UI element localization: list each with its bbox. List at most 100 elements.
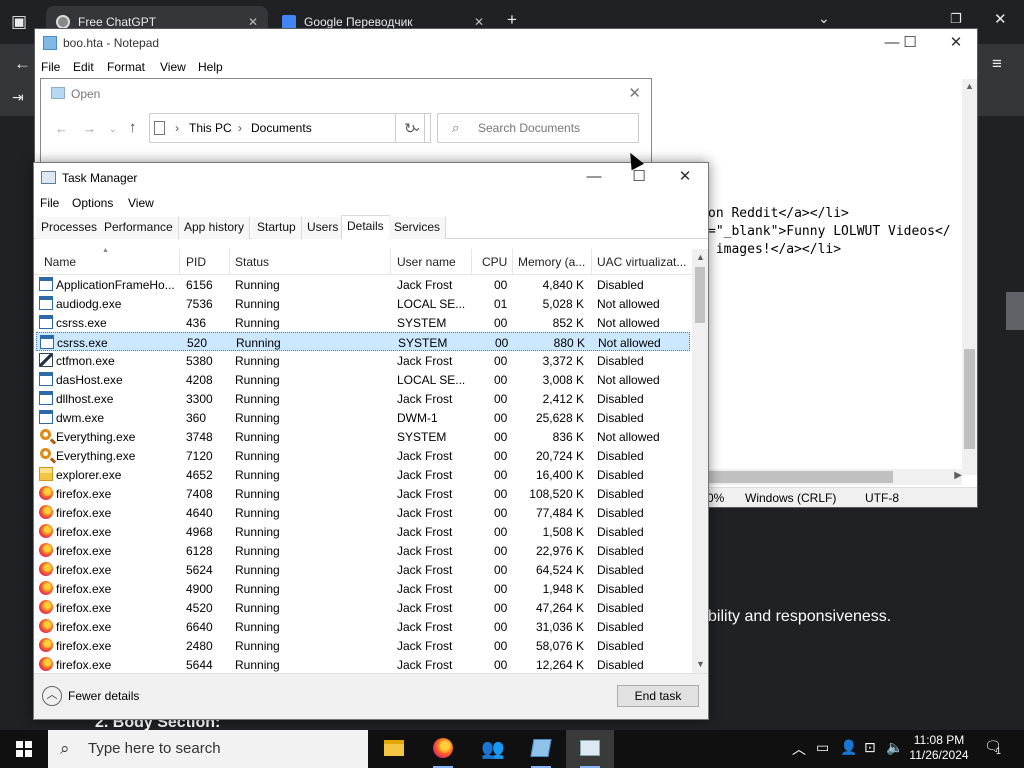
column-divider[interactable] — [591, 249, 592, 275]
breadcrumb-documents[interactable]: Documents — [251, 121, 312, 135]
notepad-hscroll-thumb[interactable] — [709, 471, 893, 483]
minimize-icon[interactable]: — — [571, 163, 617, 191]
tab-users[interactable]: Users — [302, 217, 345, 239]
maximize-icon[interactable]: ☐ — [616, 163, 662, 191]
address-bar[interactable]: › This PC › Documents ⌄ — [149, 113, 431, 143]
notepad-titlebar[interactable]: boo.hta - Notepad — ☐ ✕ — [35, 29, 977, 57]
task-manager-titlebar[interactable]: Task Manager — ☐ ✕ — [34, 163, 708, 193]
menu-hamburger-icon[interactable]: ≡ — [992, 54, 1002, 74]
column-memory[interactable]: Memory (a... — [518, 255, 590, 269]
table-row[interactable]: firefox.exe 6640 Running Jack Frost 00 31,036… — [36, 617, 690, 636]
volume-icon[interactable]: 🔈 — [886, 739, 903, 756]
open-dialog-titlebar[interactable]: Open ✕ — [41, 79, 651, 109]
table-row[interactable]: Everything.exe 7120 Running Jack Frost 00 20,… — [36, 446, 690, 465]
tablet-icon[interactable]: ▭ — [816, 739, 829, 756]
table-row[interactable]: firefox.exe 7408 Running Jack Frost 00 108,52… — [36, 484, 690, 503]
scroll-right-arrow-icon[interactable]: ▶ — [954, 470, 962, 481]
back-arrow-icon[interactable]: ← — [55, 121, 68, 136]
menu-view[interactable]: View — [160, 60, 186, 74]
tab-performance[interactable]: Performance — [99, 217, 179, 239]
close-window-icon[interactable]: ✕ — [994, 10, 1007, 28]
network-icon[interactable]: ⊡ — [864, 739, 876, 756]
tab-list-chevron-icon[interactable]: ⌄ — [818, 10, 830, 27]
menu-format[interactable]: Format — [107, 60, 145, 74]
table-row[interactable]: firefox.exe 4520 Running Jack Frost 00 47,264… — [36, 598, 690, 617]
column-cpu[interactable]: CPU — [482, 255, 512, 269]
tab-app-history[interactable]: App history — [179, 217, 251, 239]
new-tab-icon[interactable]: + — [507, 10, 517, 30]
close-icon[interactable]: ✕ — [662, 163, 708, 191]
taskbar-users-app[interactable]: 👥 — [468, 730, 516, 768]
forward-arrow-icon[interactable]: → — [83, 121, 96, 136]
table-row[interactable]: firefox.exe 2480 Running Jack Frost 00 58,076… — [36, 636, 690, 655]
table-row[interactable]: csrss.exe 436 Running SYSTEM 00 852 K Not allo… — [36, 313, 690, 332]
table-row[interactable]: dasHost.exe 4208 Running LOCAL SE... 00 3,008… — [36, 370, 690, 389]
menu-edit[interactable]: Edit — [73, 60, 94, 74]
scroll-down-arrow-icon[interactable]: ▼ — [696, 659, 705, 669]
taskbar-search-box[interactable]: ⌕ Type here to search — [48, 730, 368, 768]
recent-chevron-icon[interactable]: ⌄ — [109, 124, 117, 135]
taskbar-notepad[interactable] — [517, 730, 565, 768]
menu-file[interactable]: File — [41, 60, 60, 74]
column-divider[interactable] — [229, 249, 230, 275]
table-row[interactable]: dllhost.exe 3300 Running Jack Frost 00 2,412 … — [36, 389, 690, 408]
close-icon[interactable]: ✕ — [933, 29, 979, 57]
notification-center-icon[interactable]: 🗨 1 — [984, 738, 1004, 758]
column-pid[interactable]: PID — [186, 255, 226, 269]
breadcrumb-this-pc[interactable]: This PC — [189, 121, 232, 135]
menu-file[interactable]: File — [40, 196, 59, 210]
show-hidden-icons-chevron-icon[interactable]: ︿ — [792, 739, 806, 759]
scroll-up-arrow-icon[interactable]: ▲ — [696, 252, 705, 262]
system-clock[interactable]: 11:08 PM 11/26/2024 — [905, 733, 973, 763]
up-arrow-icon[interactable]: ↑ — [129, 119, 137, 136]
maximize-icon[interactable]: ☐ — [887, 29, 933, 57]
search-documents-input[interactable]: ⌕ Search Documents — [437, 113, 639, 143]
start-button[interactable] — [0, 730, 48, 768]
column-divider[interactable] — [179, 249, 180, 275]
column-user-name[interactable]: User name — [397, 255, 471, 269]
restore-window-icon[interactable]: ❐ — [950, 11, 962, 27]
table-row[interactable]: firefox.exe 4640 Running Jack Frost 00 77,484… — [36, 503, 690, 522]
table-row[interactable]: firefox.exe 5644 Running Jack Frost 00 12,264… — [36, 655, 690, 673]
tab-actions-icon[interactable]: ▣ — [11, 12, 27, 32]
table-row[interactable]: ApplicationFrameHo... 6156 Running Jack Fro… — [36, 275, 690, 294]
taskbar-task-manager[interactable] — [566, 730, 614, 768]
table-row[interactable]: ctfmon.exe 5380 Running Jack Frost 00 3,372 K… — [36, 351, 690, 370]
table-row[interactable]: dwm.exe 360 Running DWM-1 00 25,628 K Disabled — [36, 408, 690, 427]
chevron-up-circle-icon[interactable]: ︿ — [42, 686, 62, 706]
tab-details[interactable]: Details — [341, 215, 390, 240]
taskbar-firefox[interactable] — [419, 730, 467, 768]
scroll-up-arrow-icon[interactable]: ▲ — [965, 81, 974, 91]
column-name[interactable]: Name — [44, 255, 174, 269]
user-tray-icon[interactable]: 👤 — [840, 739, 857, 756]
details-scroll-thumb[interactable] — [695, 267, 705, 323]
menu-help[interactable]: Help — [198, 60, 223, 74]
column-divider[interactable] — [512, 249, 513, 275]
close-icon[interactable]: ✕ — [628, 84, 641, 102]
login-icon[interactable]: ⇥ — [12, 89, 24, 106]
menu-options[interactable]: Options — [72, 196, 113, 210]
back-arrow-icon[interactable]: ← — [14, 54, 31, 74]
table-row[interactable]: firefox.exe 4968 Running Jack Frost 00 1,508 … — [36, 522, 690, 541]
column-uac-virtualization[interactable]: UAC virtualizat... — [597, 255, 691, 269]
table-row[interactable]: Everything.exe 3748 Running SYSTEM 00 836 K No… — [36, 427, 690, 446]
page-scrollbar-thumb[interactable] — [1006, 292, 1024, 330]
table-row[interactable]: firefox.exe 5624 Running Jack Frost 00 64,524… — [36, 560, 690, 579]
taskbar-file-explorer[interactable] — [370, 730, 418, 768]
menu-view[interactable]: View — [128, 196, 154, 210]
notepad-scroll-thumb[interactable] — [964, 349, 975, 449]
fewer-details-link[interactable]: Fewer details — [68, 689, 139, 703]
tab-processes[interactable]: Processes — [36, 217, 104, 239]
refresh-icon[interactable]: ↻ — [395, 113, 425, 143]
column-status[interactable]: Status — [235, 255, 385, 269]
tab-services[interactable]: Services — [389, 217, 447, 239]
column-divider[interactable] — [471, 249, 472, 275]
table-row[interactable]: audiodg.exe 7536 Running LOCAL SE... 01 5,028… — [36, 294, 690, 313]
table-row[interactable]: csrss.exe 520 Running SYSTEM 00 880 K Not allo… — [36, 332, 690, 351]
table-row[interactable]: firefox.exe 4900 Running Jack Frost 00 1,948 … — [36, 579, 690, 598]
column-divider[interactable] — [390, 249, 391, 275]
table-row[interactable]: explorer.exe 4652 Running Jack Frost 00 16,40… — [36, 465, 690, 484]
end-task-button[interactable]: End task — [617, 685, 699, 707]
tab-startup[interactable]: Startup — [252, 217, 302, 239]
table-row[interactable]: firefox.exe 6128 Running Jack Frost 00 22,976… — [36, 541, 690, 560]
